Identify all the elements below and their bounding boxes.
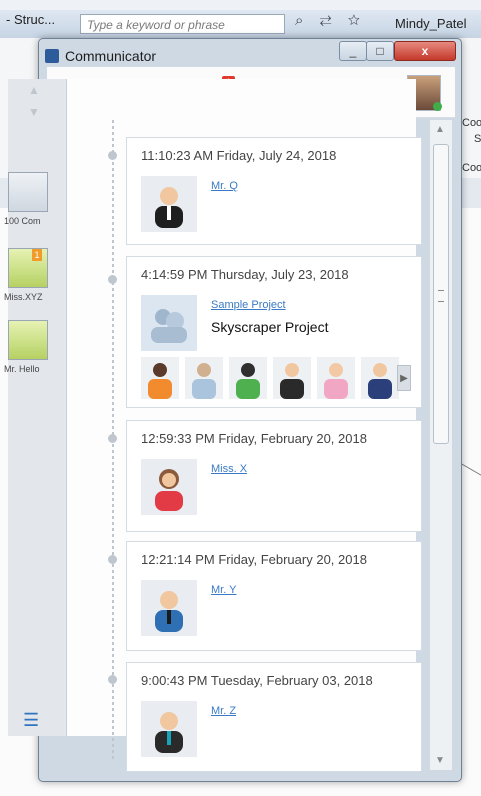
card-name-link[interactable]: Miss. X (211, 463, 247, 475)
person-icon (148, 363, 172, 399)
background-right-label-2: S (474, 133, 481, 145)
card-name-link[interactable]: Sample Project (211, 299, 286, 311)
card-timestamp: 12:21:14 PM Friday, February 20, 2018 (141, 552, 367, 567)
group-icon (151, 309, 187, 343)
feed-card[interactable]: 9:00:43 PM Tuesday, February 03, 2018 Mr… (126, 662, 422, 772)
avatar (141, 176, 197, 232)
feed-card[interactable]: 12:59:33 PM Friday, February 20, 2018 Mi… (126, 420, 422, 532)
card-timestamp: 4:14:59 PM Thursday, July 23, 2018 (141, 267, 349, 282)
sidebar-up-arrow-icon[interactable]: ▲ (28, 83, 40, 97)
group-avatar (141, 295, 197, 351)
participant-avatar[interactable] (317, 357, 355, 399)
participants-row: ▶ (141, 357, 411, 399)
sidebar-item-label: Miss.XYZ (4, 292, 43, 302)
avatar (141, 459, 197, 515)
card-timestamp: 11:10:23 AM Friday, July 24, 2018 (141, 148, 337, 163)
feed-card[interactable]: 4:14:59 PM Thursday, July 23, 2018 Sampl… (126, 256, 422, 408)
timeline-dot (108, 555, 117, 564)
background-title: - Struc... (6, 12, 56, 27)
exchange-icon[interactable]: ⇄ (320, 12, 338, 29)
timeline-dot (108, 151, 117, 160)
sidebar-item-100-com[interactable] (8, 172, 48, 212)
sidebar-item-mr-hello[interactable] (8, 320, 48, 360)
person-icon (155, 712, 183, 753)
sidebar-down-arrow-icon[interactable]: ▼ (28, 105, 40, 119)
background-right-label-1: Coo (462, 117, 481, 129)
sidebar-item-miss-xyz[interactable] (8, 248, 48, 288)
person-icon (368, 363, 392, 399)
participant-avatar[interactable] (229, 357, 267, 399)
card-name-link[interactable]: Mr. Y (211, 584, 236, 596)
window-title: Communicator (45, 48, 157, 64)
participants-next-arrow-icon[interactable]: ▶ (397, 365, 411, 391)
participant-avatar[interactable] (361, 357, 399, 399)
card-name-link[interactable]: Mr. Q (211, 180, 238, 192)
card-subtitle: Skyscraper Project (211, 319, 329, 335)
timeline-dot (108, 275, 117, 284)
avatar (141, 580, 197, 636)
sidebar-item-label: 100 Com (4, 216, 41, 226)
feed-card[interactable]: 11:10:23 AM Friday, July 24, 2018 Mr. Q (126, 137, 422, 245)
window-title-text: Communicator (65, 48, 157, 64)
person-icon (280, 363, 304, 399)
background-right-label-3: Coo (462, 162, 481, 174)
communicator-logo-icon (45, 49, 59, 63)
timeline-dot (108, 675, 117, 684)
person-icon (192, 363, 216, 399)
close-button[interactable]: x (394, 41, 456, 61)
background-user-name[interactable]: Mindy_Patel (395, 16, 467, 31)
person-icon (155, 591, 183, 632)
scroll-up-arrow-icon[interactable]: ▲ (435, 124, 445, 135)
card-timestamp: 12:59:33 PM Friday, February 20, 2018 (141, 431, 367, 446)
maximize-button[interactable]: □ (366, 41, 394, 61)
person-icon (155, 187, 183, 228)
feed-scrollbar[interactable]: ▲ ▼ (429, 120, 452, 770)
participant-avatar[interactable] (273, 357, 311, 399)
participant-avatar[interactable] (185, 357, 223, 399)
binoculars-icon[interactable]: ⌕ (295, 12, 309, 29)
online-status-icon (433, 102, 442, 111)
participant-avatar[interactable] (141, 357, 179, 399)
sidebar-item-label: Mr. Hello (4, 364, 40, 374)
scroll-down-arrow-icon[interactable]: ▼ (435, 755, 445, 766)
scroll-grip-icon (438, 290, 444, 302)
person-icon (324, 363, 348, 399)
window-controls: _ □ x (339, 41, 457, 61)
card-timestamp: 9:00:43 PM Tuesday, February 03, 2018 (141, 673, 373, 688)
card-name-link[interactable]: Mr. Z (211, 705, 236, 717)
background-search-input[interactable]: Type a keyword or phrase (80, 14, 285, 34)
scroll-thumb[interactable] (433, 144, 449, 444)
sidebar-item-badge: 1 (32, 249, 42, 261)
star-icon[interactable]: ☆ (348, 12, 366, 29)
background-tools: ⌕ ⇄ ☆ (295, 12, 366, 29)
timeline-dot (108, 434, 117, 443)
person-icon (236, 363, 260, 399)
avatar (141, 701, 197, 757)
feed-card[interactable]: 12:21:14 PM Friday, February 20, 2018 Mr… (126, 541, 422, 651)
sidebar-list-icon[interactable]: ☰ (23, 710, 39, 731)
person-icon (155, 469, 183, 511)
minimize-button[interactable]: _ (339, 41, 367, 61)
